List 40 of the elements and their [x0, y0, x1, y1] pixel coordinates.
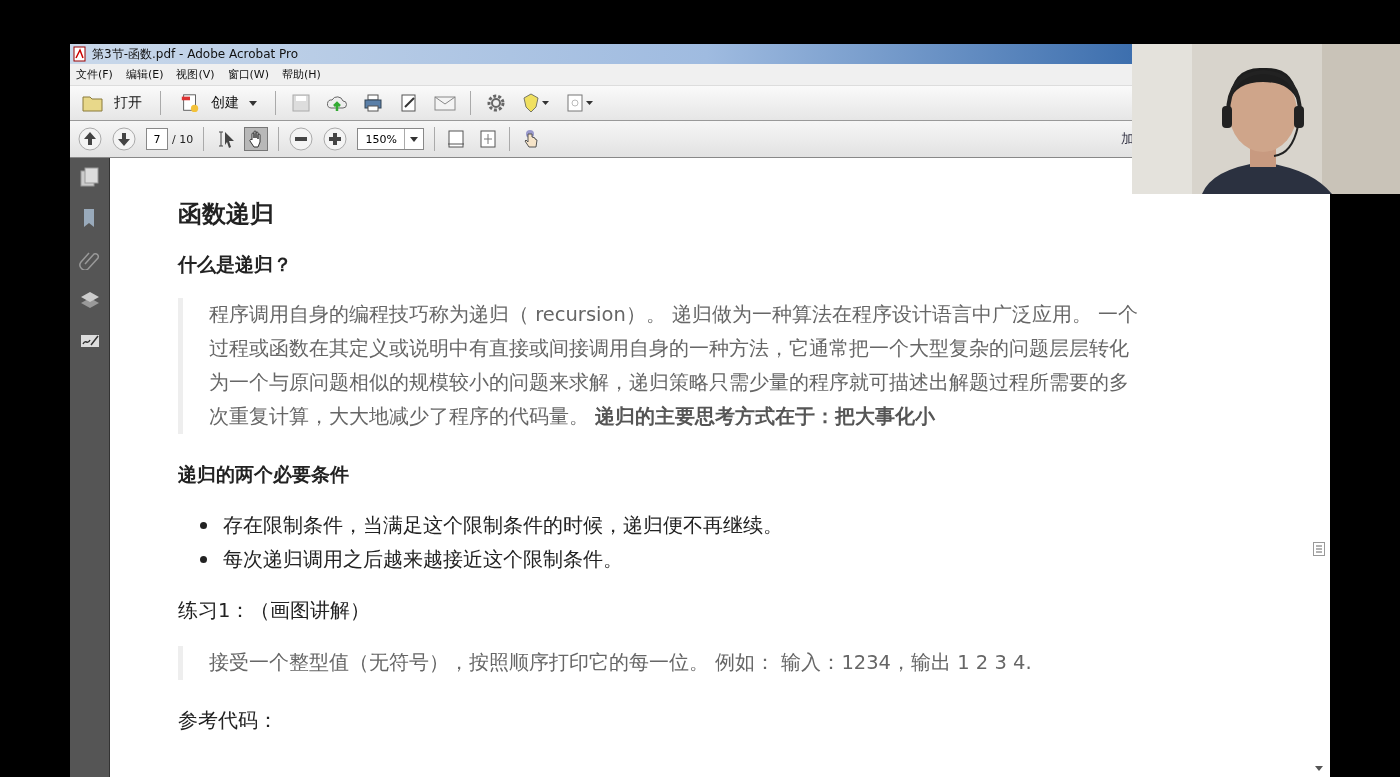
zoom-out-icon[interactable] [289, 127, 314, 151]
page-number-field[interactable]: 7 [146, 128, 168, 150]
page-count: / 10 [172, 132, 194, 146]
list-item: 每次递归调用之后越来越接近这个限制条件。 [223, 546, 623, 573]
caret-icon [249, 100, 257, 106]
shield-dropdown-icon[interactable] [521, 93, 551, 113]
list-item: 存在限制条件，当满足这个限制条件的时候，递归便不再继续。 [223, 512, 783, 539]
scroll-down-icon[interactable] [1315, 766, 1323, 771]
paragraph: 练习1：（画图讲解） [178, 598, 372, 624]
previous-page-icon[interactable] [78, 127, 102, 151]
menu-item[interactable]: 视图(V) [176, 67, 215, 82]
menu-item[interactable]: 编辑(E) [125, 67, 164, 82]
document-add-icon [179, 93, 201, 113]
document-title: 函数递归 [178, 199, 275, 230]
bullet-icon [200, 555, 207, 563]
bullet-icon [200, 521, 207, 529]
pages-icon[interactable] [78, 166, 101, 188]
paragraph: 参考代码： [178, 708, 279, 734]
open-button[interactable]: 打开 [78, 93, 146, 113]
zoom-in-icon[interactable] [323, 127, 348, 151]
settings-icon[interactable] [485, 93, 507, 113]
section-heading: 什么是递归？ [178, 252, 293, 277]
printer-icon[interactable] [362, 93, 384, 113]
zoom-dropdown[interactable]: 150% [357, 128, 425, 150]
quote-text: 接受一个整型值（无符号），按照顺序打印它的每一位。 例如： 输入：1234，输出 1 2 3 4. [209, 650, 1033, 676]
quote-text: 程序调用自身的编程技巧称为递归（ recursion）。 递归做为一种算法在程序设计语言中广泛应用。 一个过程或函数在其定义或说明中有直接或间接调用自身的一种方法，它通常把一个大型复杂的问题层层转化为一个与原问题相似的规模较小的问题来求解，递归策略只需少量的程序就可描述出解题过程所需要的多次重复计算，大大地减少了程序的代码量。 递归的主要思考方式在于：把大事化小 [209, 302, 1140, 430]
menu-item[interactable]: 文件(F) [76, 67, 113, 82]
menu-item[interactable]: 窗口(W) [227, 67, 270, 82]
menu-item[interactable]: 帮助(H) [282, 67, 321, 82]
cloud-upload-icon[interactable] [326, 93, 348, 113]
page-dropdown-icon[interactable] [565, 93, 595, 113]
folder-icon [82, 93, 104, 113]
window-title: 第3节-函数.pdf - Adobe Acrobat Pro [92, 45, 299, 63]
caret-icon [410, 136, 419, 142]
next-page-icon[interactable] [112, 127, 136, 151]
pdf-icon [72, 46, 88, 62]
scroll-grip-icon[interactable] [1313, 542, 1325, 556]
create-button[interactable]: 创建 [175, 93, 261, 113]
section-heading: 递归的两个必要条件 [178, 462, 350, 487]
hand-icon[interactable] [244, 127, 269, 151]
